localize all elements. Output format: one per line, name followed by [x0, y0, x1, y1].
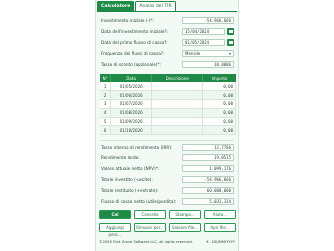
cash-flow-table: N° Data Descrizione Importo 1 01/05/2026…: [100, 74, 236, 136]
first-flow-date-row: Data del primo flusso di cassa?: 01/05/2…: [101, 38, 234, 46]
result-row-total-returned: Totale restituito (+entrate): 60.000,000: [101, 186, 234, 194]
column-header-date: Data: [110, 74, 152, 82]
calendar-icon[interactable]: [227, 27, 234, 35]
first-flow-date-input[interactable]: 01/05/2024: [182, 38, 225, 46]
row-amount[interactable]: 0,00: [202, 117, 236, 127]
frequency-select[interactable]: Mensile: [182, 49, 234, 57]
copyright-text: ©2026 First Grove Software LLC, all righ…: [99, 240, 193, 244]
investment-date-label: Data dell'investimento iniziale?:: [101, 28, 169, 34]
row-description[interactable]: [151, 117, 204, 127]
row-amount[interactable]: 0,00: [202, 82, 236, 92]
net-cash-flow-label: Flusso di cassa netto (utile/perdita):: [101, 198, 177, 204]
net-cash-flow-value: 5.033,334: [182, 197, 234, 205]
help-button[interactable]: Aiuto...: [204, 210, 236, 219]
total-returned-value: 60.000,000: [182, 186, 234, 194]
total-returned-label: Totale restituito (+entrate):: [101, 187, 159, 193]
row-description[interactable]: [151, 90, 204, 101]
calendar-icon[interactable]: [227, 38, 234, 46]
npv-value: 1.099,176: [182, 164, 234, 172]
row-date[interactable]: 01/05/2026: [110, 82, 152, 92]
row-number: 5: [100, 117, 112, 127]
npv-label: Valore attuale netto (NPV)*:: [101, 165, 160, 171]
table-row[interactable]: 5 01/09/2026 0,00: [100, 117, 236, 127]
row-amount[interactable]: 0,00: [202, 108, 236, 118]
result-row-net-cash-flow: Flusso di cassa netto (utile/perdita): 5…: [101, 197, 234, 205]
result-row-npv: Valore attuale netto (NPV)*: 1.099,176: [101, 164, 234, 172]
row-description[interactable]: [151, 82, 204, 92]
row-date[interactable]: 01/06/2026: [110, 90, 152, 101]
status-footer: ©2026 First Grove Software LLC, all righ…: [99, 240, 235, 244]
row-amount[interactable]: 0,00: [202, 125, 236, 136]
gross-yield-value: 19,0515: [182, 153, 234, 161]
row-number: 1: [100, 82, 112, 92]
print-button[interactable]: Stampa...: [169, 210, 201, 219]
row-date[interactable]: 01/07/2026: [110, 99, 152, 109]
tab-divider: [97, 11, 237, 12]
row-date[interactable]: 01/08/2026: [110, 108, 152, 118]
row-description[interactable]: [151, 125, 204, 136]
total-invested-value: -54.966,666: [182, 175, 234, 183]
table-row[interactable]: 4 01/08/2026 0,00: [100, 108, 236, 118]
add-period-button[interactable]: Aggiungi pera...: [99, 223, 131, 237]
frequency-label: Frequenza dei flussi di cassa?:: [101, 50, 165, 56]
save-file-button[interactable]: Salvare file...: [169, 223, 201, 232]
table-row[interactable]: 3 01/07/2026 0,00: [100, 99, 236, 109]
open-file-button[interactable]: Apri file...: [204, 223, 236, 232]
section-divider: [100, 140, 234, 141]
row-number: 2: [100, 90, 112, 101]
row-amount[interactable]: 0,00: [202, 90, 236, 101]
investment-date-input[interactable]: 15/04/2024: [182, 27, 225, 35]
irr-calculator-window: Calcolatore Analisi del TIR Investimento…: [95, 0, 239, 251]
remove-period-button[interactable]: Rimuovi per...: [134, 223, 166, 232]
row-description[interactable]: [151, 108, 204, 118]
table-row[interactable]: 1 01/05/2026 0,00: [100, 82, 236, 92]
initial-investment-input[interactable]: -54.966,666: [182, 16, 234, 24]
irr-label: Tasso interno di rendimento (IRR):: [101, 144, 173, 150]
discount-rate-row: Tasso di sconto (opzionale)*: 10,0006: [101, 60, 234, 68]
result-row-irr: Tasso interno di rendimento (IRR): 12,77…: [101, 143, 234, 151]
row-date[interactable]: 01/10/2026: [110, 125, 152, 136]
column-header-number: N°: [100, 74, 112, 82]
irr-value: 12,7786: [182, 143, 234, 151]
column-header-amount: Importo: [202, 74, 236, 82]
first-flow-date-label: Data del primo flusso di cassa?:: [101, 39, 168, 45]
table-row[interactable]: 2 01/06/2026 0,00: [100, 90, 236, 101]
frequency-row: Frequenza dei flussi di cassa?: Mensile: [101, 49, 234, 57]
result-row-total-invested: Totale investito (-uscite): -54.966,666: [101, 175, 234, 183]
clear-button[interactable]: Cancella: [134, 210, 166, 219]
table-header-row: N° Data Descrizione Importo: [100, 74, 236, 82]
total-invested-label: Totale investito (-uscite):: [101, 176, 153, 182]
table-row[interactable]: 6 01/10/2026 0,00: [100, 125, 236, 136]
result-row-gross-yield: Rendimento lordo: 19,0515: [101, 153, 234, 161]
row-amount[interactable]: 0,00: [202, 99, 236, 109]
discount-rate-input[interactable]: 10,0006: [182, 60, 234, 68]
calculate-button[interactable]: Cal: [99, 210, 131, 219]
column-header-description: Descrizione: [151, 74, 204, 82]
discount-rate-label: Tasso di sconto (opzionale)*:: [101, 61, 161, 67]
row-number: 4: [100, 108, 112, 118]
initial-investment-label: Investimento iniziale (-)*:: [101, 17, 155, 23]
gross-yield-label: Rendimento lordo:: [101, 154, 140, 160]
initial-investment-row: Investimento iniziale (-)*: -54.966,666: [101, 16, 234, 24]
row-date[interactable]: 01/09/2026: [110, 117, 152, 127]
row-number: 6: [100, 125, 112, 136]
format-indicator: € · DD/MM/YYYY: [206, 240, 235, 244]
investment-date-row: Data dell'investimento iniziale?: 15/04/…: [101, 27, 234, 35]
row-number: 3: [100, 99, 112, 109]
row-description[interactable]: [151, 99, 204, 109]
